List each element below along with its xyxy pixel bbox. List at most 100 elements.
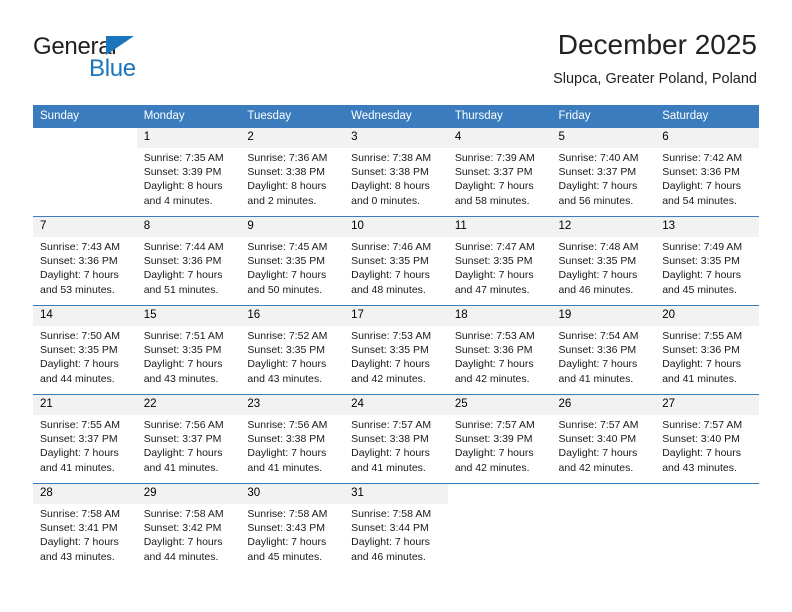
calendar-day-cell[interactable]: 30 Sunrise: 7:58 AM Sunset: 3:43 PM Dayligh… — [240, 483, 345, 573]
calendar-day-cell[interactable]: 14 Sunrise: 7:50 AM Sunset: 3:35 PM Dayligh… — [33, 305, 137, 395]
calendar-day-cell[interactable]: 18 Sunrise: 7:53 AM Sunset: 3:36 PM Dayligh… — [447, 305, 552, 395]
daylight-text: and 56 minutes. — [558, 194, 634, 207]
sunrise-text: Sunrise: 7:35 AM — [143, 152, 224, 164]
day-number: 28 — [33, 484, 137, 504]
calendar-day-cell[interactable]: 15 Sunrise: 7:51 AM Sunset: 3:35 PM Dayligh… — [136, 305, 241, 395]
calendar-day-cell[interactable]: 12 Sunrise: 7:48 AM Sunset: 3:35 PM Dayligh… — [551, 216, 656, 306]
calendar-day-cell[interactable]: 27 Sunrise: 7:57 AM Sunset: 3:40 PM Dayligh… — [655, 394, 759, 484]
sunset-text: Sunset: 3:37 PM — [454, 166, 533, 179]
calendar-day-cell[interactable]: 21 Sunrise: 7:55 AM Sunset: 3:37 PM Dayligh… — [33, 394, 137, 484]
sunrise-text: Sunrise: 7:44 AM — [143, 241, 224, 253]
sunset-text: Sunset: 3:40 PM — [662, 433, 740, 446]
sunset-text: Sunset: 3:40 PM — [558, 433, 637, 446]
calendar-week-row: 28 Sunrise: 7:58 AM Sunset: 3:41 PM Dayligh… — [33, 483, 759, 573]
daylight-text: Daylight: 8 hours — [351, 180, 430, 193]
day-details: Sunrise: 7:35 AM Sunset: 3:39 PM Daylight:… — [137, 148, 241, 208]
calendar-day-cell[interactable]: 7 Sunrise: 7:43 AM Sunset: 3:36 PM Daylight… — [33, 216, 137, 306]
calendar-day-cell[interactable]: 11 Sunrise: 7:47 AM Sunset: 3:35 PM Dayligh… — [447, 216, 552, 306]
calendar-day-cell[interactable]: 6 Sunrise: 7:42 AM Sunset: 3:36 PM Daylight… — [655, 127, 759, 217]
calendar-day-cell[interactable]: 19 Sunrise: 7:54 AM Sunset: 3:36 PM Dayligh… — [551, 305, 656, 395]
day-details: Sunrise: 7:57 AM Sunset: 3:40 PM Daylight:… — [655, 415, 759, 475]
day-details: Sunrise: 7:58 AM Sunset: 3:43 PM Daylight:… — [240, 504, 344, 564]
calendar-day-cell[interactable]: 31 Sunrise: 7:58 AM Sunset: 3:44 PM Dayligh… — [344, 483, 448, 573]
sunset-text: Sunset: 3:37 PM — [40, 433, 118, 446]
daylight-text: Daylight: 7 hours — [662, 180, 742, 193]
sunrise-text: Sunrise: 7:49 AM — [662, 241, 743, 253]
daylight-text: and 42 minutes. — [558, 461, 634, 474]
day-number: 7 — [33, 217, 137, 237]
sunset-text: Sunset: 3:35 PM — [247, 255, 326, 268]
day-number: 22 — [136, 395, 241, 415]
day-details — [33, 148, 137, 151]
daylight-text: Daylight: 7 hours — [40, 447, 119, 460]
calendar-day-cell[interactable]: 22 Sunrise: 7:56 AM Sunset: 3:37 PM Dayligh… — [136, 394, 241, 484]
calendar-day-cell[interactable]: 28 Sunrise: 7:58 AM Sunset: 3:41 PM Dayligh… — [33, 483, 137, 573]
calendar-day-cell[interactable]: 13 Sunrise: 7:49 AM Sunset: 3:35 PM Dayligh… — [655, 216, 759, 306]
calendar-day-cell[interactable]: 29 Sunrise: 7:58 AM Sunset: 3:42 PM Dayligh… — [136, 483, 241, 573]
calendar-day-cell[interactable]: 26 Sunrise: 7:57 AM Sunset: 3:40 PM Dayligh… — [551, 394, 656, 484]
calendar-day-cell[interactable]: 25 Sunrise: 7:57 AM Sunset: 3:39 PM Dayligh… — [447, 394, 552, 484]
calendar-day-cell[interactable]: 24 Sunrise: 7:57 AM Sunset: 3:38 PM Dayligh… — [344, 394, 448, 484]
daylight-text: and 46 minutes. — [558, 283, 634, 296]
sunrise-text: Sunrise: 7:58 AM — [247, 508, 328, 520]
day-number: 12 — [551, 217, 656, 237]
daylight-text: and 43 minutes. — [662, 461, 737, 474]
day-details: Sunrise: 7:50 AM Sunset: 3:35 PM Daylight:… — [33, 326, 137, 386]
day-details: Sunrise: 7:45 AM Sunset: 3:35 PM Daylight:… — [240, 237, 344, 297]
calendar-day-cell[interactable]: 8 Sunrise: 7:44 AM Sunset: 3:36 PM Daylight… — [136, 216, 241, 306]
daylight-text: and 45 minutes. — [247, 550, 323, 563]
day-number: 18 — [447, 306, 552, 326]
calendar-day-cell[interactable]: 23 Sunrise: 7:56 AM Sunset: 3:38 PM Dayligh… — [240, 394, 345, 484]
sunrise-text: Sunrise: 7:50 AM — [40, 330, 120, 342]
sunset-text: Sunset: 3:35 PM — [143, 344, 222, 357]
day-details: Sunrise: 7:56 AM Sunset: 3:38 PM Daylight:… — [240, 415, 344, 475]
day-number: 24 — [344, 395, 448, 415]
calendar-day-cell[interactable]: 16 Sunrise: 7:52 AM Sunset: 3:35 PM Dayligh… — [240, 305, 345, 395]
day-number: 31 — [344, 484, 448, 504]
day-details: Sunrise: 7:36 AM Sunset: 3:38 PM Daylight:… — [240, 148, 344, 208]
calendar-day-cell[interactable]: 2 Sunrise: 7:36 AM Sunset: 3:38 PM Daylight… — [240, 127, 345, 217]
sunset-text: Sunset: 3:35 PM — [662, 255, 740, 268]
calendar-day-cell[interactable]: 17 Sunrise: 7:53 AM Sunset: 3:35 PM Dayligh… — [344, 305, 448, 395]
calendar-day-cell[interactable]: 1 Sunrise: 7:35 AM Sunset: 3:39 PM Daylight… — [136, 127, 241, 217]
day-number: 17 — [344, 306, 448, 326]
daylight-text: Daylight: 7 hours — [247, 536, 327, 549]
sunset-text: Sunset: 3:39 PM — [454, 433, 533, 446]
daylight-text: and 44 minutes. — [143, 550, 219, 563]
daylight-text: and 43 minutes. — [247, 372, 323, 385]
day-details: Sunrise: 7:48 AM Sunset: 3:35 PM Daylight:… — [552, 237, 656, 297]
daylight-text: Daylight: 7 hours — [454, 180, 534, 193]
sunset-text: Sunset: 3:43 PM — [247, 522, 326, 535]
sunrise-text: Sunrise: 7:56 AM — [247, 419, 328, 431]
day-details: Sunrise: 7:51 AM Sunset: 3:35 PM Daylight:… — [137, 326, 241, 386]
calendar-week-row: 14 Sunrise: 7:50 AM Sunset: 3:35 PM Dayligh… — [33, 305, 759, 395]
calendar-day-cell[interactable]: 20 Sunrise: 7:55 AM Sunset: 3:36 PM Dayligh… — [655, 305, 759, 395]
sunrise-text: Sunrise: 7:42 AM — [662, 152, 743, 164]
weekday-header-sunday: Sunday — [33, 105, 137, 128]
sunrise-text: Sunrise: 7:58 AM — [40, 508, 120, 520]
day-details: Sunrise: 7:54 AM Sunset: 3:36 PM Daylight:… — [552, 326, 656, 386]
day-number — [655, 484, 759, 504]
day-number: 4 — [447, 128, 552, 148]
calendar-day-cell[interactable]: 9 Sunrise: 7:45 AM Sunset: 3:35 PM Daylight… — [240, 216, 345, 306]
daylight-text: Daylight: 7 hours — [351, 536, 430, 549]
sunset-text: Sunset: 3:35 PM — [454, 255, 533, 268]
calendar-day-cell[interactable]: 5 Sunrise: 7:40 AM Sunset: 3:37 PM Daylight… — [551, 127, 656, 217]
calendar-week-row: 21 Sunrise: 7:55 AM Sunset: 3:37 PM Dayligh… — [33, 394, 759, 484]
general-blue-logo[interactable]: General Blue — [33, 34, 213, 92]
day-details: Sunrise: 7:58 AM Sunset: 3:42 PM Daylight:… — [137, 504, 241, 564]
calendar-day-cell[interactable]: 4 Sunrise: 7:39 AM Sunset: 3:37 PM Daylight… — [447, 127, 552, 217]
calendar-day-cell[interactable]: 3 Sunrise: 7:38 AM Sunset: 3:38 PM Daylight… — [344, 127, 448, 217]
logo-text-blue: Blue — [89, 55, 136, 82]
daylight-text: and 41 minutes. — [40, 461, 115, 474]
daylight-text: and 4 minutes. — [143, 194, 213, 207]
daylight-text: and 42 minutes. — [351, 372, 426, 385]
day-details: Sunrise: 7:57 AM Sunset: 3:40 PM Daylight:… — [552, 415, 656, 475]
day-details: Sunrise: 7:38 AM Sunset: 3:38 PM Daylight:… — [344, 148, 448, 208]
day-details: Sunrise: 7:39 AM Sunset: 3:37 PM Daylight:… — [448, 148, 552, 208]
day-details: Sunrise: 7:52 AM Sunset: 3:35 PM Daylight:… — [240, 326, 344, 386]
sunset-text: Sunset: 3:36 PM — [143, 255, 222, 268]
daylight-text: and 43 minutes. — [143, 372, 219, 385]
sunset-text: Sunset: 3:36 PM — [558, 344, 637, 357]
calendar-day-cell[interactable]: 10 Sunrise: 7:46 AM Sunset: 3:35 PM Dayligh… — [344, 216, 448, 306]
